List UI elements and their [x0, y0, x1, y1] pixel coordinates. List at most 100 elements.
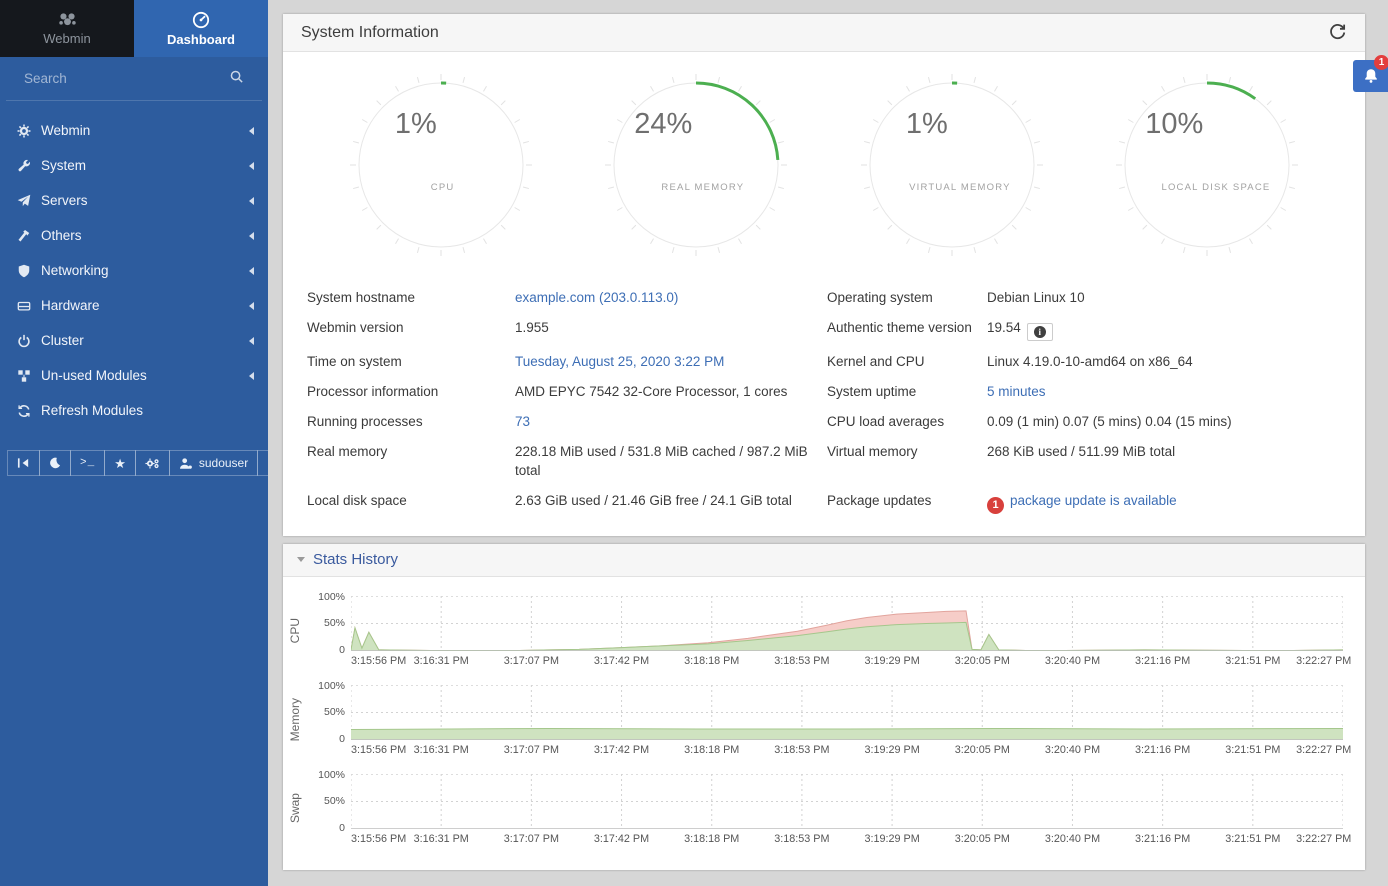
gauge-real-memory-label: REAL MEMORY: [661, 182, 744, 193]
notifications-button[interactable]: 1: [1353, 60, 1388, 92]
sidebar-item-unused-modules[interactable]: Un-used Modules: [0, 358, 268, 393]
info-value: Linux 4.19.0-10-amd64 on x86_64: [987, 347, 1341, 377]
cpu-axis-label: CPU: [288, 618, 302, 643]
stats-history-body: CPU 100%50%0 3:15:56 PM3:16:31 PM3:17:07…: [283, 577, 1365, 870]
info-label: System hostname: [307, 282, 515, 312]
sidebar-item-label: Cluster: [41, 333, 249, 348]
collapse-sidebar-button[interactable]: [7, 450, 40, 476]
info-value: 0.09 (1 min) 0.07 (5 mins) 0.04 (15 mins…: [987, 407, 1341, 437]
sidebar-item-label: Un-used Modules: [41, 368, 249, 383]
sidebar-item-system[interactable]: System: [0, 148, 268, 183]
user-menu-button[interactable]: sudouser: [169, 450, 258, 476]
sidebar-item-label: Webmin: [41, 123, 249, 138]
sidebar-nav: Webmin System Servers Others Networking …: [0, 101, 268, 428]
sidebar: Webmin Dashboard Webmin System Servers: [0, 0, 268, 886]
sidebar-item-hardware[interactable]: Hardware: [0, 288, 268, 323]
gauges-row: 1% CPU 24% REAL MEMORY 1% VIRTUAL MEMORY…: [283, 52, 1365, 276]
info-label: System uptime: [827, 377, 987, 407]
gear-icon: [17, 124, 41, 138]
collapse-caret-icon: [297, 557, 305, 562]
info-label: Kernel and CPU: [827, 347, 987, 377]
gauge-local-disk-label: LOCAL DISK SPACE: [1161, 182, 1270, 193]
hammer-icon: [17, 229, 41, 243]
caret-left-icon: [249, 162, 254, 170]
info-label: Webmin version: [307, 312, 515, 347]
caret-left-icon: [249, 127, 254, 135]
user-icon: [179, 457, 193, 470]
gauge-cpu: 1% CPU: [348, 72, 534, 258]
tab-dashboard-label: Dashboard: [167, 32, 235, 47]
refresh-page-button[interactable]: [1328, 23, 1347, 42]
system-information-panel: System Information 1% CPU 24% REAL MEMOR…: [283, 14, 1365, 536]
package-updates-link[interactable]: package update is available: [1010, 493, 1177, 508]
system-info-table: System hostname example.com (203.0.113.0…: [283, 276, 1365, 536]
stats-history-panel: Stats History CPU 100%50%0 3:15:56 PM3:1…: [283, 544, 1365, 870]
gauge-virtual-memory: 1% VIRTUAL MEMORY: [859, 72, 1045, 258]
uptime-link[interactable]: 5 minutes: [987, 384, 1046, 399]
info-label: Virtual memory: [827, 437, 987, 486]
search-input[interactable]: [24, 71, 229, 86]
caret-left-icon: [249, 372, 254, 380]
favorites-button[interactable]: ★: [104, 450, 136, 476]
main-content: System Information 1% CPU 24% REAL MEMOR…: [268, 0, 1388, 886]
info-label: Package updates: [827, 486, 987, 520]
caret-left-icon: [249, 197, 254, 205]
caret-left-icon: [249, 267, 254, 275]
gauge-cpu-value: 1%: [395, 108, 437, 141]
terminal-icon: >_: [80, 457, 95, 469]
sidebar-item-servers[interactable]: Servers: [0, 183, 268, 218]
sidebar-tabs: Webmin Dashboard: [0, 0, 268, 57]
info-label: Operating system: [827, 282, 987, 312]
sidebar-toolbar: >_ ★ sudouser: [8, 450, 268, 476]
swap-axis-label: Swap: [288, 793, 302, 823]
sidebar-item-label: Others: [41, 228, 249, 243]
search-icon[interactable]: [229, 69, 244, 89]
power-icon: [17, 334, 41, 348]
info-value: 1.955: [515, 312, 827, 347]
sidebar-item-others[interactable]: Others: [0, 218, 268, 253]
caret-left-icon: [249, 337, 254, 345]
hard-drive-icon: [17, 299, 41, 313]
info-label: Running processes: [307, 407, 515, 437]
hostname-link[interactable]: example.com (203.0.113.0): [515, 290, 678, 305]
terminal-button[interactable]: >_: [70, 450, 105, 476]
wrench-icon: [17, 159, 41, 173]
theme-settings-button[interactable]: [135, 450, 170, 476]
time-on-system-link[interactable]: Tuesday, August 25, 2020 3:22 PM: [515, 354, 724, 369]
info-value: 228.18 MiB used / 531.8 MiB cached / 987…: [515, 437, 827, 486]
info-value: Debian Linux 10: [987, 282, 1341, 312]
sidebar-item-webmin[interactable]: Webmin: [0, 113, 268, 148]
info-label: Local disk space: [307, 486, 515, 520]
theme-info-button[interactable]: i: [1027, 323, 1053, 341]
sidebar-search: [6, 57, 262, 101]
sidebar-item-label: Servers: [41, 193, 249, 208]
gauge-virtual-memory-value: 1%: [906, 108, 948, 141]
swap-history-chart: Swap 100%50%0 3:15:56 PM3:16:31 PM3:17:0…: [283, 771, 1365, 847]
page-title: System Information: [301, 24, 439, 42]
notifications-count-badge: 1: [1374, 55, 1388, 70]
cpu-history-chart: CPU 100%50%0 3:15:56 PM3:16:31 PM3:17:07…: [283, 593, 1365, 669]
gauge-local-disk: 10% LOCAL DISK SPACE: [1114, 72, 1300, 258]
info-value: 2.63 GiB used / 21.46 GiB free / 24.1 Gi…: [515, 486, 827, 520]
sidebar-item-cluster[interactable]: Cluster: [0, 323, 268, 358]
sidebar-item-networking[interactable]: Networking: [0, 253, 268, 288]
modules-icon: [17, 369, 41, 383]
sidebar-item-label: Networking: [41, 263, 249, 278]
info-label: Authentic theme version: [827, 312, 987, 347]
tab-dashboard[interactable]: Dashboard: [134, 0, 268, 57]
gauge-real-memory-value: 24%: [634, 108, 692, 141]
night-mode-button[interactable]: [39, 450, 71, 476]
stats-history-title: Stats History: [313, 551, 398, 568]
stats-history-header[interactable]: Stats History: [283, 544, 1365, 577]
webmin-logo-icon: [58, 11, 77, 28]
system-information-header: System Information: [283, 14, 1365, 52]
tab-webmin-label: Webmin: [43, 31, 90, 46]
gauge-local-disk-value: 10%: [1145, 108, 1203, 141]
memory-history-chart: Memory 100%50%0 3:15:56 PM3:16:31 PM3:17…: [283, 682, 1365, 758]
tab-webmin[interactable]: Webmin: [0, 0, 134, 57]
shield-icon: [17, 264, 41, 278]
sidebar-item-refresh-modules[interactable]: Refresh Modules: [0, 393, 268, 428]
running-processes-link[interactable]: 73: [515, 414, 530, 429]
theme-version-value: 19.54: [987, 320, 1021, 335]
gauge-cpu-label: CPU: [431, 182, 455, 193]
